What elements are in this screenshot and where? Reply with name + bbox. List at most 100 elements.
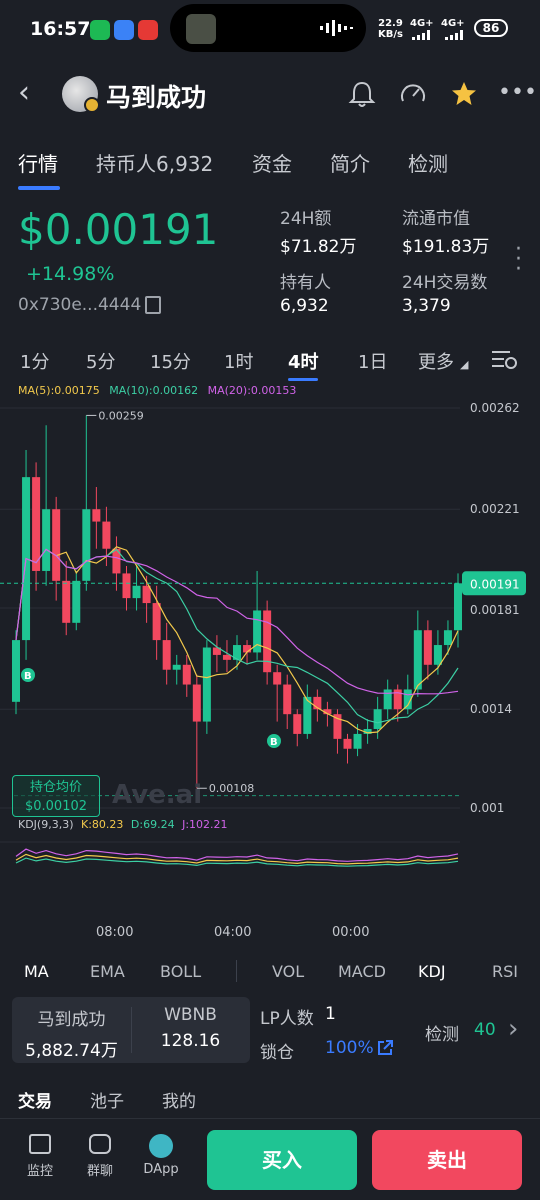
indicator-kdj[interactable]: KDJ [418, 962, 446, 981]
more-icon[interactable]: ••• [498, 80, 537, 105]
price-chart[interactable]: 0.001910.002620.002210.001810.00140.0010… [0, 378, 540, 948]
indicator-rsi[interactable]: RSI [492, 962, 518, 981]
candle [182, 664, 191, 685]
back-icon[interactable]: ‹ [18, 78, 30, 108]
nav-monitor[interactable]: 监控 [15, 1134, 65, 1179]
lp-lock-value[interactable]: 100% [325, 1038, 374, 1058]
interval-1d[interactable]: 1日 [358, 348, 387, 374]
pool-token-name: 马到成功 [37, 1010, 106, 1030]
subtab-trades[interactable]: 交易 [18, 1087, 52, 1112]
indicator-vol[interactable]: VOL [272, 962, 304, 981]
gauge-icon[interactable] [398, 79, 428, 109]
status-bar: 16:57 22.9 KB/s 4G+ 4G+ 86 [0, 0, 540, 58]
candle [433, 645, 442, 665]
external-link-icon[interactable] [376, 1039, 394, 1057]
bell-icon[interactable] [348, 80, 376, 108]
lp-holders-label: LP人数 [260, 1009, 314, 1029]
divider [236, 960, 237, 982]
chart-settings-icon[interactable] [490, 348, 518, 370]
current-price-label: 0.00191 [470, 577, 520, 591]
signal-icon [412, 30, 430, 40]
lp-holders-value: 1 [325, 1004, 336, 1024]
kdj-name: KDJ(9,3,3) [18, 818, 74, 831]
chain-badge-icon [84, 97, 100, 113]
x-tick-label: 08:00 [96, 925, 133, 940]
candle [454, 583, 462, 631]
ma10-label: MA(10):0.00162 [109, 384, 199, 397]
contract-address: 0x730e...4444 [18, 295, 142, 315]
y-tick-label: 0.0014 [470, 702, 512, 716]
mcap-value: $191.83万 [402, 237, 490, 257]
y-tick-label: 0.00262 [470, 401, 520, 415]
candle [202, 647, 211, 722]
indicator-ema[interactable]: EMA [90, 962, 125, 981]
tab-check[interactable]: 检测 [408, 148, 448, 177]
price-value: $0.00191 [18, 205, 219, 254]
signal-icon [445, 30, 463, 40]
candle [373, 709, 382, 729]
buy-marker-label: B [24, 671, 32, 682]
candle [42, 509, 51, 571]
tab-holders[interactable]: 持币人6,932 [96, 148, 213, 177]
indicator-macd[interactable]: MACD [338, 962, 386, 981]
chevron-right-icon[interactable]: › [508, 1014, 518, 1044]
page-title: 马到成功 [106, 83, 207, 112]
interval-more[interactable]: 更多 ◢ [418, 348, 468, 374]
interval-1m[interactable]: 1分 [20, 348, 49, 374]
avg-cost-value: $0.00102 [24, 799, 88, 814]
subtab-mine[interactable]: 我的 [162, 1087, 196, 1112]
holders-value: 6,932 [280, 296, 329, 316]
ma20-line [15, 548, 459, 696]
tab-market[interactable]: 行情 [18, 148, 58, 177]
txns-label: 24H交易数 [402, 273, 488, 293]
interval-5m[interactable]: 5分 [86, 348, 115, 374]
audio-wave-icon [320, 20, 353, 36]
candle [383, 689, 392, 710]
price-change: +14.98% [26, 263, 115, 285]
tab-underline [18, 186, 60, 190]
check-score[interactable]: 40 [474, 1020, 496, 1040]
check-label[interactable]: 检测 [425, 1020, 459, 1045]
app-notification-icon [138, 20, 158, 40]
y-tick-label: 0.001 [470, 801, 504, 815]
avg-cost-label: 持仓均价 [29, 780, 82, 795]
x-tick-label: 04:00 [214, 925, 251, 940]
candle [162, 640, 171, 670]
kdj-k: K:80.23 [81, 818, 124, 831]
interval-4h[interactable]: 4时 [288, 348, 319, 374]
indicator-ma[interactable]: MA [24, 962, 49, 981]
candle [413, 630, 422, 690]
tab-funds[interactable]: 资金 [252, 148, 292, 177]
buy-marker-label: B [270, 737, 278, 748]
nav-chat[interactable]: 群聊 [75, 1134, 125, 1179]
kdj-legend: KDJ(9,3,3) K:80.23 D:69.24 J:102.21 [18, 818, 228, 831]
candle [152, 603, 161, 641]
tab-intro[interactable]: 简介 [330, 148, 370, 177]
interval-1h[interactable]: 1时 [224, 348, 253, 374]
dynamic-island[interactable] [170, 4, 366, 52]
candle [423, 630, 432, 665]
candle [443, 630, 452, 646]
low-label: 0.00108 [209, 782, 255, 795]
indicator-boll[interactable]: BOLL [160, 962, 201, 981]
copy-icon[interactable] [145, 296, 161, 314]
volume-value: $71.82万 [280, 237, 357, 257]
candle [12, 640, 20, 702]
sell-button[interactable]: 卖出 [372, 1130, 522, 1190]
nav-dapp[interactable]: DApp [136, 1134, 186, 1177]
candle [192, 684, 201, 722]
chat-icon [89, 1134, 111, 1154]
buy-button[interactable]: 买入 [207, 1130, 357, 1190]
vertical-more-icon[interactable]: · · · [515, 239, 522, 281]
pool-token-amount: 5,882.74万 [25, 1041, 118, 1061]
watermark: Ave.ai [112, 780, 203, 810]
net-speed: 22.9 KB/s [378, 18, 403, 40]
subtab-pools[interactable]: 池子 [90, 1087, 124, 1112]
media-thumbnail [186, 14, 216, 44]
interval-15m[interactable]: 15分 [150, 348, 191, 374]
avg-cost-box: 持仓均价 $0.00102 [12, 775, 100, 817]
volume-label: 24H额 [280, 209, 332, 229]
status-time: 16:57 [30, 18, 91, 40]
candle [293, 714, 302, 734]
star-icon[interactable] [450, 80, 478, 108]
